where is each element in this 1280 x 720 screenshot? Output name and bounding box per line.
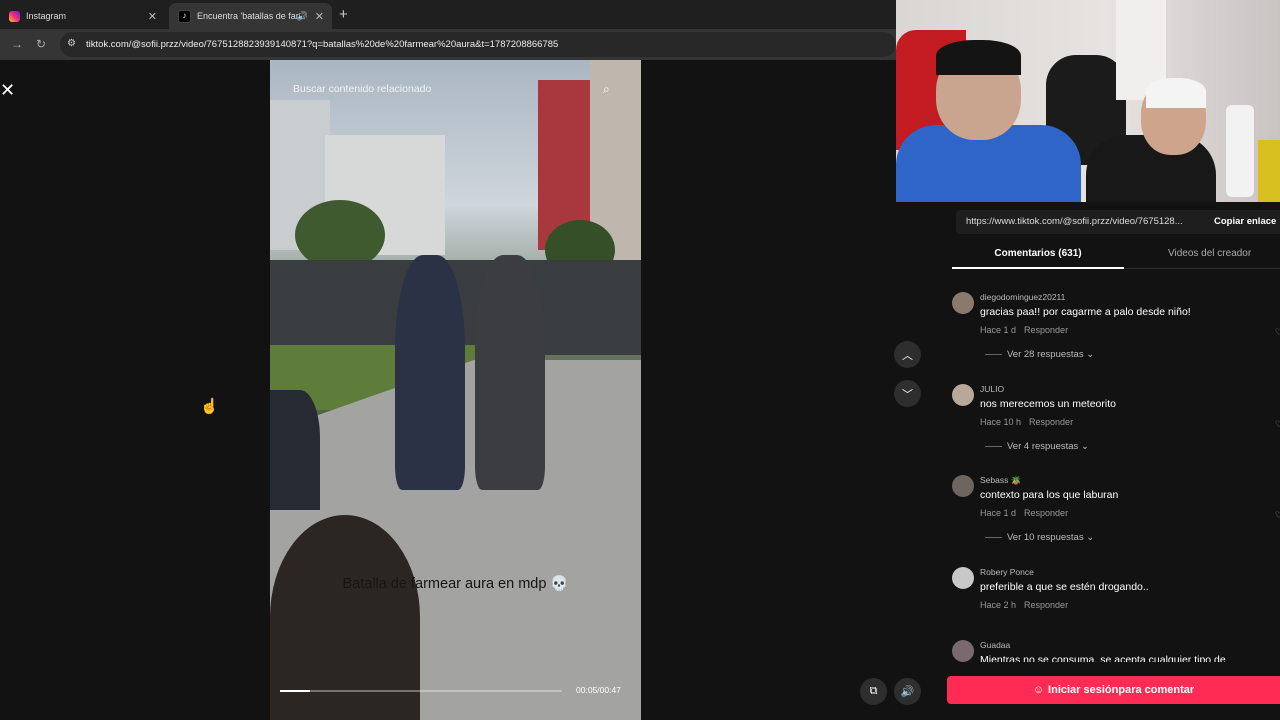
avatar[interactable] [952,475,974,497]
login-button-label: Iniciar sesiónpara comentar [1048,684,1195,696]
mouse-cursor-icon: ☝ [200,398,219,415]
like-icon[interactable]: ♡ [1275,510,1280,521]
search-placeholder: Buscar contenido relacionado [293,83,432,95]
replies-label: Ver 28 respuestas [1007,349,1084,360]
close-icon[interactable]: ✕ [0,80,15,101]
comment-meta: Hace 1 d Responder [980,508,1068,518]
person-left-hair-graphic [936,40,1021,75]
chevron-up-icon: ︿ [902,349,913,362]
chevron-down-icon: ⌄ [1086,349,1095,360]
replies-label: Ver 10 respuestas [1007,532,1084,543]
comment-username[interactable]: diegodominguez20211 [980,292,1065,302]
close-tab-icon[interactable]: ✕ [315,10,324,23]
view-replies-button[interactable]: Ver 4 respuestas ⌄ [985,441,1089,452]
webcam-overlay [896,0,1280,202]
comment-meta: Hace 2 h Responder [980,600,1068,610]
tiktok-icon: ♪ [178,9,191,23]
chevron-down-icon: ⌄ [1086,532,1095,543]
comments-panel: https://www.tiktok.com/@sofii.przz/video… [937,202,1280,720]
comment-text: Mientras no se consuma, se acepta cualqu… [980,654,1226,662]
close-tab-icon[interactable]: ✕ [148,10,157,23]
comment-username[interactable]: Sebass 🪴 [980,475,1021,486]
comment-icon: ☺ [1032,684,1045,696]
comment-time: Hace 1 d [980,325,1017,335]
reply-button[interactable]: Responder [1024,600,1068,610]
like-icon[interactable]: ♡ [1275,419,1280,430]
copy-link-button[interactable]: Copiar enlace [1214,216,1276,227]
tab-instagram[interactable]: Instagram ✕ [0,3,165,29]
comment-text: contexto para los que laburan [980,489,1119,501]
view-replies-button[interactable]: Ver 10 respuestas ⌄ [985,532,1094,543]
video-progress-bar[interactable] [280,690,562,692]
person-right-cap-graphic [1146,78,1206,108]
comment-text: nos merecemos un meteorito [980,398,1116,410]
reply-button[interactable]: Responder [1024,325,1068,335]
replies-label: Ver 4 respuestas [1007,441,1079,452]
previous-video-button[interactable]: ︿ [894,341,921,368]
panel-tabs: Comentarios (631) Videos del creador [952,242,1280,269]
avatar[interactable] [952,567,974,589]
search-icon[interactable]: ⌕ [603,82,610,97]
like-icon[interactable]: ♡ [1275,327,1280,338]
thermos-graphic [1226,105,1254,197]
tab-title: Encuentra 'batallas de farm [197,11,302,21]
comment-time: Hace 2 h [980,600,1017,610]
reload-icon[interactable]: ↻ [36,37,46,51]
chevron-down-icon: ﹀ [902,388,913,401]
video-time: 00:05/00:47 [576,685,621,695]
comment-username[interactable]: JULIO [980,384,1004,394]
comment-username[interactable]: Robery Ponce [980,567,1034,577]
address-url: tiktok.com/@sofii.przz/video/76751288239… [86,39,559,50]
video-player[interactable]: Buscar contenido relacionado ⌕ Batalla d… [270,60,641,720]
share-link-box: https://www.tiktok.com/@sofii.przz/video… [956,210,1280,234]
next-video-button[interactable]: ﹀ [894,380,921,407]
new-tab-button[interactable]: + [339,6,348,23]
foreground-person-graphic [270,390,320,510]
view-replies-button[interactable]: Ver 28 respuestas ⌄ [985,349,1094,360]
volume-icon: 🔊 [900,686,915,698]
person-graphic [475,255,545,490]
comment-meta: Hace 1 d Responder [980,325,1068,335]
share-link-url: https://www.tiktok.com/@sofii.przz/video… [966,216,1183,227]
pip-icon: ⧉ [869,685,878,697]
video-caption: Batalla de farmear aura en mdp 💀 [342,576,569,592]
tab-tiktok[interactable]: ♪ Encuentra 'batallas de farm 🔊 ✕ [169,3,332,29]
bag-graphic [1258,140,1280,202]
reply-button[interactable]: Responder [1029,417,1073,427]
site-info-icon[interactable]: ⚙ [67,38,76,49]
comment-text: gracias paa!! por cagarme a palo desde n… [980,306,1191,318]
login-to-comment-button[interactable]: ☺ Iniciar sesiónpara comentar [947,676,1280,704]
comment-list: diegodominguez20211 gracias paa!! por ca… [937,284,1280,662]
instagram-icon [9,10,20,22]
avatar[interactable] [952,384,974,406]
volume-button[interactable]: 🔊 [894,678,921,705]
video-search-bar[interactable]: Buscar contenido relacionado ⌕ [270,74,641,106]
chevron-down-icon: ⌄ [1080,441,1089,452]
comment-time: Hace 10 h [980,417,1022,427]
forward-icon[interactable]: → [11,37,23,51]
video-progress-fill [280,690,310,692]
comment-time: Hace 1 d [980,508,1017,518]
address-bar[interactable]: ⚙ tiktok.com/@sofii.przz/video/767512882… [60,32,896,57]
comment-text: preferible a que se estén drogando.. [980,581,1149,593]
audio-playing-icon[interactable]: 🔊 [297,11,308,22]
comment-meta: Hace 10 h Responder [980,417,1073,427]
reply-button[interactable]: Responder [1024,508,1068,518]
avatar[interactable] [952,640,974,662]
tab-comments[interactable]: Comentarios (631) [952,248,1124,269]
picture-in-picture-button[interactable]: ⧉ [860,678,887,705]
comment-username[interactable]: Guadaa [980,640,1010,650]
person-graphic [395,255,465,490]
tab-title: Instagram [26,11,67,21]
avatar[interactable] [952,292,974,314]
tab-creator-videos[interactable]: Videos del creador [1168,248,1251,259]
